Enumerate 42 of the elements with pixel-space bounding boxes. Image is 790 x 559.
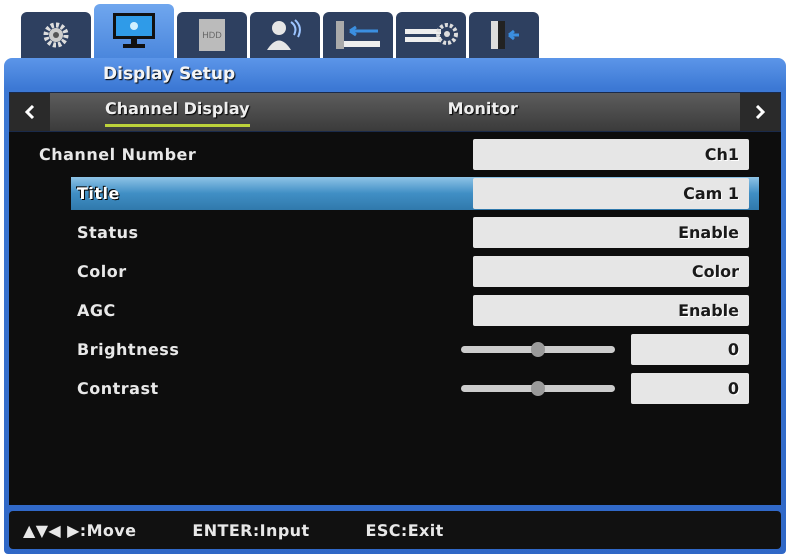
window-title: Display Setup (102, 64, 236, 86)
setting-row[interactable]: Contrast 0 (71, 372, 753, 405)
monitor-icon (111, 11, 157, 51)
menu-tab[interactable] (469, 12, 539, 58)
setting-row[interactable]: Color Color (71, 255, 753, 288)
setting-label: Status (76, 223, 139, 242)
next-button[interactable] (740, 93, 780, 131)
sub-tab[interactable]: Monitor (448, 95, 518, 127)
hdd-icon: HDD (199, 19, 225, 51)
setting-row[interactable]: AGC Enable (71, 294, 753, 327)
key-hint: ▲▼◀ ▶:Move (23, 520, 136, 540)
key-hint: ENTER:Input (192, 520, 310, 540)
chevron-left-icon (25, 105, 35, 119)
menu-tab[interactable] (323, 12, 393, 58)
setting-label: AGC (76, 301, 116, 320)
slider-thumb[interactable] (531, 381, 545, 396)
value-field[interactable]: 0 (631, 373, 749, 404)
setting-label: Channel Number (38, 145, 196, 164)
value-field[interactable]: 0 (631, 334, 749, 365)
previous-button[interactable] (10, 93, 50, 131)
value-field[interactable]: Ch1 (473, 139, 749, 170)
setting-label: Color (76, 262, 127, 281)
sub-tab[interactable]: Channel Display (105, 95, 250, 127)
value-field[interactable]: Enable (473, 295, 749, 326)
value-field[interactable]: Color (473, 256, 749, 287)
key-hint: ESC:Exit (366, 520, 444, 540)
value-field[interactable]: Cam 1 (473, 178, 749, 209)
slider-thumb[interactable] (531, 342, 545, 357)
gear-icon (41, 20, 71, 50)
setting-label: Contrast (76, 379, 159, 398)
menu-tab[interactable] (94, 4, 174, 58)
menu-tab[interactable] (21, 12, 91, 58)
value-field[interactable]: Enable (473, 217, 749, 248)
chevron-right-icon (755, 105, 765, 119)
menu-tab[interactable] (396, 12, 466, 58)
setting-row[interactable]: Title Cam 1 (71, 177, 759, 210)
network-icon (334, 19, 382, 51)
setting-row[interactable]: Brightness 0 (71, 333, 753, 366)
menu-tab[interactable] (250, 12, 320, 58)
setting-row[interactable]: Status Enable (71, 216, 753, 249)
setting-label: Brightness (76, 340, 180, 359)
setting-label: Title (76, 184, 120, 203)
